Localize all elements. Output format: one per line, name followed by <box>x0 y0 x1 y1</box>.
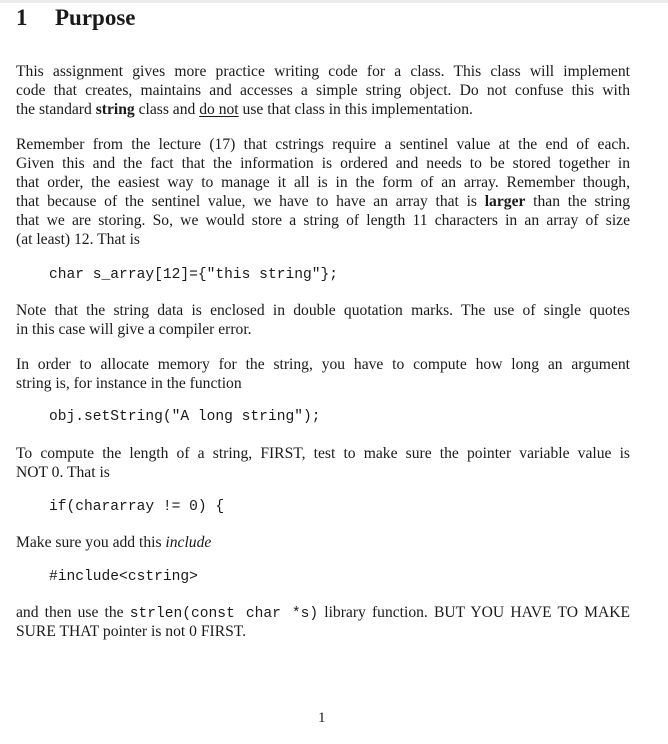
text-line: the standard string class and do not use… <box>16 100 630 119</box>
inline-code-strlen: strlen(const char *s) <box>129 606 319 622</box>
code-snippet-array: char s_array[12]={"this string"}; <box>49 267 339 283</box>
text-line: and then use the strlen(const char *s) l… <box>16 603 630 622</box>
text-line: (at least) 12. That is <box>16 231 140 248</box>
text-line: Given this and the fact that the informa… <box>16 155 630 172</box>
code-snippet-setstring: obj.setString("A long string"); <box>49 409 321 425</box>
text-line: NOT 0. That is <box>16 464 110 481</box>
emphasis-include: include <box>165 534 212 551</box>
text-span: and then use the <box>16 604 130 621</box>
text-span: use that class in this implementation. <box>238 101 473 118</box>
text-line: Remember from the lecture (17) that cstr… <box>16 136 630 153</box>
paragraph-cstrings: Remember from the lecture (17) that cstr… <box>16 135 630 249</box>
text-span: that because of the sentinel value, we h… <box>16 193 485 210</box>
paragraph-allocate: In order to allocate memory for the stri… <box>16 355 630 393</box>
text-line: that because of the sentinel value, we h… <box>16 192 630 211</box>
text-line: SURE THAT pointer is not 0 FIRST. <box>16 623 247 640</box>
text-line: In order to allocate memory for the stri… <box>16 356 630 373</box>
text-line: code that creates, maintains and accesse… <box>16 82 630 99</box>
text-line: in this case will give a compiler error. <box>16 321 252 338</box>
text-span: Make sure you add this <box>16 534 166 551</box>
text-line: This assignment gives more practice writ… <box>16 63 630 80</box>
text-span: than the string <box>525 193 630 210</box>
paragraph-intro: This assignment gives more practice writ… <box>16 62 630 119</box>
text-line: string is, for instance in the function <box>16 375 242 392</box>
text-span: library function. BUT YOU HAVE TO MAKE <box>318 604 631 621</box>
emphasis-do-not: do not <box>199 101 239 118</box>
code-snippet-include: #include<cstring> <box>49 569 198 585</box>
paragraph-strlen: and then use the strlen(const char *s) l… <box>16 603 630 641</box>
section-title: Purpose <box>55 5 136 30</box>
text-span: the standard <box>16 101 96 118</box>
section-number: 1 <box>16 5 28 30</box>
text-line: that we are storing. So, we would store … <box>16 212 630 229</box>
text-line: Note that the string data is enclosed in… <box>16 302 630 319</box>
paragraph-length: To compute the length of a string, FIRST… <box>16 444 630 482</box>
page-top-edge <box>0 0 668 3</box>
page-number: 1 <box>318 710 326 726</box>
text-line: that order, the easiest way to manage it… <box>16 174 630 191</box>
text-span: class and <box>134 101 200 118</box>
section-heading: 1 Purpose <box>16 4 136 32</box>
paragraph-include: Make sure you add this include <box>16 533 630 552</box>
emphasis-larger: larger <box>484 193 526 210</box>
code-snippet-if: if(chararray != 0) { <box>49 499 225 515</box>
emphasis-string: string <box>95 101 135 118</box>
text-line: To compute the length of a string, FIRST… <box>16 445 630 462</box>
paragraph-quotes: Note that the string data is enclosed in… <box>16 301 630 339</box>
text-line: Make sure you add this include <box>16 533 630 552</box>
